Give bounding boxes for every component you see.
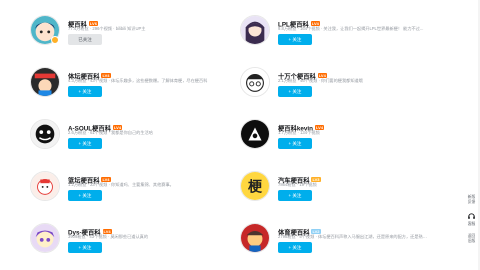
user-description: 77.4万粉丝 · 296个视频 · bilibili 知识UP主 (68, 26, 146, 31)
new-version-feedback-label: 新版 反馈 (467, 195, 476, 204)
user-description: 4.3万粉丝 · 43个视频 · 体坛乐趣多，这些梗数爆。了解体育梗，尽在梗百科 (68, 78, 208, 83)
user-info: 篮坛梗百科 LV4 1.2万粉丝 · 23个视频 · 你知道吗、主要集锦、其他赛事。 (68, 171, 228, 188)
customer-service-label: 客服 (467, 222, 476, 226)
user-card: 篮坛梗百科 LV4 1.2万粉丝 · 23个视频 · 你知道吗、主要集锦、其他赛事。… (30, 171, 230, 217)
name-row: 汽车梗百科 LV3 (278, 171, 438, 184)
name-row: 梗百科kevin LV4 (278, 119, 438, 132)
user-card: 体坛梗百科 LV4 4.3万粉丝 · 43个视频 · 体坛乐趣多，这些梗数爆。了解体… (30, 67, 230, 113)
name-row: 梗百科 LV6 (68, 15, 228, 28)
user-description: 2798粉丝 · 5个视频 · 体坛梗百科声称入马服出江湖，还是原来的配方，还是… (278, 234, 428, 239)
name-row: 十万个梗百科 LV4 (278, 67, 438, 80)
basketball-avatar-icon[interactable] (30, 171, 60, 201)
user-info: LPL梗百科 LV4 9.8万粉丝 · 164个视频 · 关注我，让我们一起揭开LP… (278, 15, 438, 32)
user-description: 1.7万粉丝 · 134个视频 (278, 130, 320, 135)
user-info: A-SOUL梗百科 LV4 2.6万粉丝 · 61个视频 · 我都是你自己的生活哈 (68, 119, 228, 136)
name-row: A-SOUL梗百科 LV4 (68, 119, 228, 132)
user-card: A-SOUL梗百科 LV4 2.6万粉丝 · 61个视频 · 我都是你自己的生活哈 +… (30, 119, 230, 165)
name-row: 体育梗百科 LV2 (278, 223, 438, 236)
follow-button[interactable]: + 关注 (278, 242, 312, 253)
follow-button[interactable]: + 关注 (278, 190, 312, 201)
side-toolbar: 新版 反馈 客服 返回 旧版 (463, 195, 480, 251)
svg-text:梗: 梗 (248, 179, 263, 196)
user-info: Dys-梗百科 LV4 3909粉丝 · 43个视频 · 莫闲那些已道认真的 (68, 223, 228, 240)
user-card: 体育梗百科 LV2 2798粉丝 · 5个视频 · 体坛梗百科声称入马服出江湖，还是… (240, 223, 440, 269)
user-info: 十万个梗百科 LV4 2.1万粉丝 · 46个视频 · 你们要的梗我都知道哦 (278, 67, 438, 84)
follow-button[interactable]: + 关注 (278, 86, 312, 97)
user-description: 3909粉丝 · 43个视频 · 莫闲那些已道认真的 (68, 234, 149, 239)
user-description: 9.8万粉丝 · 164个视频 · 关注我，让我们一起揭开LPL世界最新梗！ 能… (278, 26, 424, 31)
new-version-feedback-button[interactable]: 新版 反馈 (463, 195, 480, 205)
follow-button[interactable]: + 关注 (278, 138, 312, 149)
user-description: 7864粉丝 · 19个视频 (278, 182, 317, 187)
anime-girl-icon[interactable] (240, 15, 270, 45)
back-old-version-label: 返回 旧版 (467, 234, 476, 243)
headset-icon (468, 213, 475, 219)
purple-avatar-icon[interactable] (30, 223, 60, 253)
follow-button[interactable]: + 关注 (68, 86, 102, 97)
followed-button[interactable]: 已关注 (68, 34, 102, 45)
kevin-avatar-icon[interactable] (240, 119, 270, 149)
follow-button[interactable]: + 关注 (278, 34, 312, 45)
sports-avatar-icon[interactable] (30, 67, 60, 97)
follow-button[interactable]: + 关注 (68, 242, 102, 253)
user-info: 梗百科 LV6 77.4万粉丝 · 296个视频 · bilibili 知识UP主 (68, 15, 228, 32)
name-row: LPL梗百科 LV4 (278, 15, 438, 28)
customer-service-button[interactable]: 客服 (463, 212, 480, 227)
sports-fan-avatar-icon[interactable] (240, 223, 270, 253)
glasses-avatar-icon[interactable] (240, 67, 270, 97)
user-info: 体育梗百科 LV2 2798粉丝 · 5个视频 · 体坛梗百科声称入马服出江湖，还是… (278, 223, 438, 240)
name-row: 篮坛梗百科 LV4 (68, 171, 228, 184)
user-info: 梗百科kevin LV4 1.7万粉丝 · 134个视频 (278, 119, 438, 136)
follow-button[interactable]: + 关注 (68, 190, 102, 201)
user-description: 1.2万粉丝 · 23个视频 · 你知道吗、主要集锦、其他赛事。 (68, 182, 174, 187)
user-card: 梗百科kevin LV4 1.7万粉丝 · 134个视频 + 关注 (240, 119, 440, 165)
user-card: 梗汽车梗百科 LV3 7864粉丝 · 19个视频 + 关注 (240, 171, 440, 217)
back-old-version-button[interactable]: 返回 旧版 (463, 234, 480, 244)
user-card: 梗百科 LV6 77.4万粉丝 · 296个视频 · bilibili 知识UP主已… (30, 15, 230, 61)
name-row: 体坛梗百科 LV4 (68, 67, 228, 80)
user-info: 体坛梗百科 LV4 4.3万粉丝 · 43个视频 · 体坛乐趣多，这些梗数爆。了解体… (68, 67, 228, 84)
user-card: 十万个梗百科 LV4 2.1万粉丝 · 46个视频 · 你们要的梗我都知道哦 + 关注 (240, 67, 440, 113)
user-info: 汽车梗百科 LV3 7864粉丝 · 19个视频 (278, 171, 438, 188)
user-description: 2.6万粉丝 · 61个视频 · 我都是你自己的生活哈 (68, 130, 153, 135)
user-card: LPL梗百科 LV4 9.8万粉丝 · 164个视频 · 关注我，让我们一起揭开LP… (240, 15, 440, 61)
verified-badge-icon (51, 36, 59, 44)
user-description: 2.1万粉丝 · 46个视频 · 你们要的梗我都知道哦 (278, 78, 363, 83)
geng-text-avatar-icon[interactable]: 梗 (240, 171, 270, 201)
name-row: Dys-梗百科 LV4 (68, 223, 228, 236)
user-card: Dys-梗百科 LV4 3909粉丝 · 43个视频 · 莫闲那些已道认真的 + 关注 (30, 223, 230, 269)
asoul-avatar-icon[interactable] (30, 119, 60, 149)
follow-button[interactable]: + 关注 (68, 138, 102, 149)
